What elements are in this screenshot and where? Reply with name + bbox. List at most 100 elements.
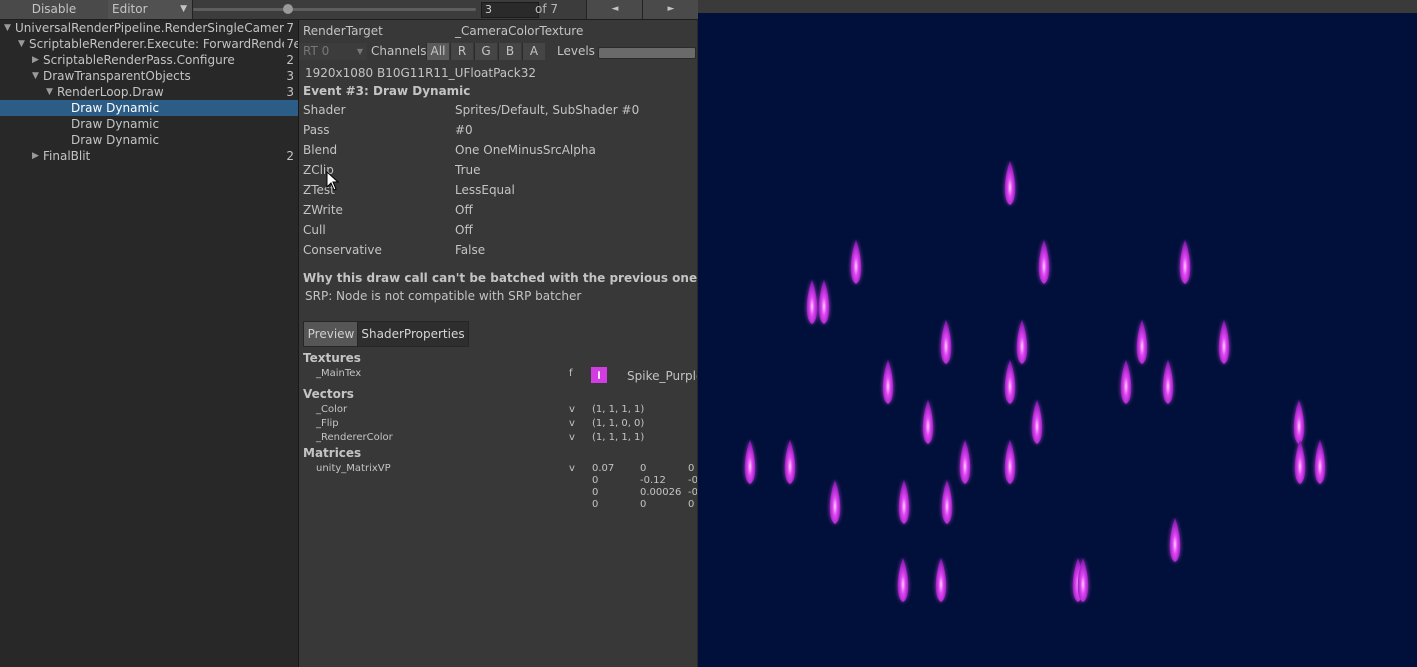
tree-item-label: FinalBlit bbox=[43, 149, 91, 163]
game-background bbox=[698, 13, 1417, 667]
prop-name: ZWrite bbox=[303, 203, 343, 217]
vector-value: (1, 1, 0, 0) bbox=[592, 418, 645, 429]
texture-format-label: 1920x1080 B10G11R11_UFloatPack32 bbox=[305, 66, 536, 80]
tree-item-label: RenderLoop.Draw bbox=[57, 85, 164, 99]
maintex-type: f bbox=[569, 368, 573, 379]
arrow-left-icon: ◄ bbox=[611, 4, 619, 14]
event-tree: ▼ UniversalRenderPipeline.RenderSingleCa… bbox=[0, 20, 303, 667]
matrix-cell: -0 bbox=[688, 475, 697, 486]
tree-item-label: ScriptableRenderPass.Configure bbox=[43, 53, 235, 67]
tab-shader-properties[interactable]: ShaderProperties bbox=[357, 321, 469, 347]
maintex-name: _MainTex bbox=[316, 368, 362, 379]
tree-item-count: 7 bbox=[284, 20, 294, 36]
prop-value: True bbox=[455, 163, 481, 177]
tree-item-selected[interactable]: Draw Dynamic bbox=[0, 100, 298, 116]
render-target-dropdown[interactable]: RT 0 ▼ bbox=[299, 43, 367, 60]
tree-item[interactable]: ▶ ScriptableRenderPass.Configure 2 bbox=[0, 52, 298, 68]
matrix-cell: 0 bbox=[688, 463, 695, 474]
matrix-cell: 0 bbox=[592, 475, 599, 486]
tree-item[interactable]: ▼ RenderLoop.Draw 3 bbox=[0, 84, 298, 100]
tree-item[interactable]: ▼ ScriptableRenderer.Execute: ForwardRen… bbox=[0, 36, 301, 52]
event-title: Event #3: Draw Dynamic bbox=[303, 84, 471, 98]
tree-item-label: UniversalRenderPipeline.RenderSingleCame… bbox=[15, 21, 303, 35]
matrix-cell: 0 bbox=[592, 499, 599, 510]
prop-name: Blend bbox=[303, 143, 338, 157]
tree-item[interactable]: ▼ DrawTransparentObjects 3 bbox=[0, 68, 298, 84]
tree-item-count: 7 bbox=[284, 36, 294, 52]
prop-value: LessEqual bbox=[455, 183, 515, 197]
matrix-cell: 0.07 bbox=[592, 463, 615, 474]
chevron-down-icon: ▼ bbox=[180, 4, 187, 14]
target-dropdown[interactable]: Editor ▼ bbox=[108, 0, 193, 19]
channel-a-button[interactable]: A bbox=[522, 43, 545, 60]
event-count-label: of 7 bbox=[535, 2, 559, 16]
tree-item[interactable]: Draw Dynamic bbox=[0, 132, 298, 148]
matrix-cell: 0 bbox=[640, 499, 647, 510]
render-target-label: RenderTarget bbox=[303, 24, 383, 38]
disable-button[interactable]: Disable bbox=[0, 0, 109, 19]
foldout-arrow-icon[interactable]: ▼ bbox=[32, 68, 39, 84]
game-view[interactable] bbox=[698, 0, 1417, 667]
arrow-right-icon: ► bbox=[667, 4, 675, 14]
tree-item-label: Draw Dynamic bbox=[71, 133, 160, 147]
frame-debugger-toolbar: Disable Editor ▼ of 7 ◄ ► bbox=[0, 0, 699, 20]
tree-item-label: ScriptableRenderer.Execute: ForwardRende… bbox=[29, 37, 301, 51]
tree-item-label: DrawTransparentObjects bbox=[43, 69, 191, 83]
maintex-value: Spike_Purple bbox=[627, 369, 697, 383]
tree-item-count: 3 bbox=[284, 84, 294, 100]
render-target-value: _CameraColorTexture bbox=[455, 24, 584, 38]
levels-slider[interactable] bbox=[598, 47, 696, 59]
channel-g-button[interactable]: G bbox=[474, 43, 497, 60]
tree-item[interactable]: Draw Dynamic bbox=[0, 116, 298, 132]
foldout-arrow-icon[interactable]: ▶ bbox=[32, 148, 39, 164]
channels-bar: RT 0 ▼ Channels All R G B A Levels bbox=[299, 41, 697, 61]
tree-item-count: 2 bbox=[284, 148, 294, 164]
target-dropdown-label: Editor bbox=[112, 2, 148, 16]
tree-item-label: Draw Dynamic bbox=[71, 117, 160, 131]
mouse-cursor-icon bbox=[326, 171, 340, 191]
foldout-arrow-icon[interactable]: ▼ bbox=[4, 20, 11, 36]
prop-name: Pass bbox=[303, 123, 330, 137]
chevron-down-icon: ▼ bbox=[356, 47, 363, 56]
vector-name: _Flip bbox=[316, 418, 339, 429]
event-slider-handle[interactable] bbox=[283, 4, 293, 14]
next-event-button[interactable]: ► bbox=[642, 0, 699, 19]
vector-value: (1, 1, 1, 1) bbox=[592, 432, 645, 443]
prop-value: Off bbox=[455, 203, 473, 217]
tree-item[interactable]: ▼ UniversalRenderPipeline.RenderSingleCa… bbox=[0, 20, 303, 36]
matrix-name: unity_MatrixVP bbox=[316, 463, 391, 474]
prop-name: Cull bbox=[303, 223, 326, 237]
game-view-canvas bbox=[698, 13, 1417, 667]
event-slider-track[interactable] bbox=[193, 8, 476, 11]
vector-value: (1, 1, 1, 1) bbox=[592, 404, 645, 415]
textures-section-title: Textures bbox=[303, 351, 361, 365]
matrix-cell: 0 bbox=[592, 487, 599, 498]
batch-break-reason: SRP: Node is not compatible with SRP bat… bbox=[305, 289, 582, 303]
channel-r-button[interactable]: R bbox=[450, 43, 473, 60]
event-index-input[interactable] bbox=[481, 2, 539, 18]
channels-label: Channels bbox=[371, 44, 427, 58]
prop-name: Conservative bbox=[303, 243, 382, 257]
matrices-section-title: Matrices bbox=[303, 446, 362, 460]
tree-item[interactable]: ▶ FinalBlit 2 bbox=[0, 148, 298, 164]
texture-thumbnail[interactable] bbox=[591, 367, 607, 383]
prop-name: Shader bbox=[303, 103, 346, 117]
foldout-arrow-icon[interactable]: ▼ bbox=[18, 36, 25, 52]
foldout-arrow-icon[interactable]: ▼ bbox=[46, 84, 53, 100]
vector-name: _RendererColor bbox=[316, 432, 393, 443]
render-target-dropdown-label: RT 0 bbox=[303, 44, 330, 58]
prop-value: Off bbox=[455, 223, 473, 237]
prop-value: False bbox=[455, 243, 486, 257]
tree-item-count: 3 bbox=[284, 68, 294, 84]
matrix-cell: -0 bbox=[688, 487, 697, 498]
previous-event-button[interactable]: ◄ bbox=[586, 0, 643, 19]
matrix-cell: -0.12 bbox=[640, 475, 666, 486]
event-details-panel: RenderTarget _CameraColorTexture RT 0 ▼ … bbox=[299, 20, 697, 667]
channel-b-button[interactable]: B bbox=[498, 43, 521, 60]
tree-item-count: 2 bbox=[284, 52, 294, 68]
channel-all-button[interactable]: All bbox=[426, 43, 449, 60]
foldout-arrow-icon[interactable]: ▶ bbox=[32, 52, 39, 68]
matrix-cell: 0.00026 bbox=[640, 487, 682, 498]
matrix-type: v bbox=[569, 463, 575, 474]
tab-preview[interactable]: Preview bbox=[303, 321, 359, 347]
